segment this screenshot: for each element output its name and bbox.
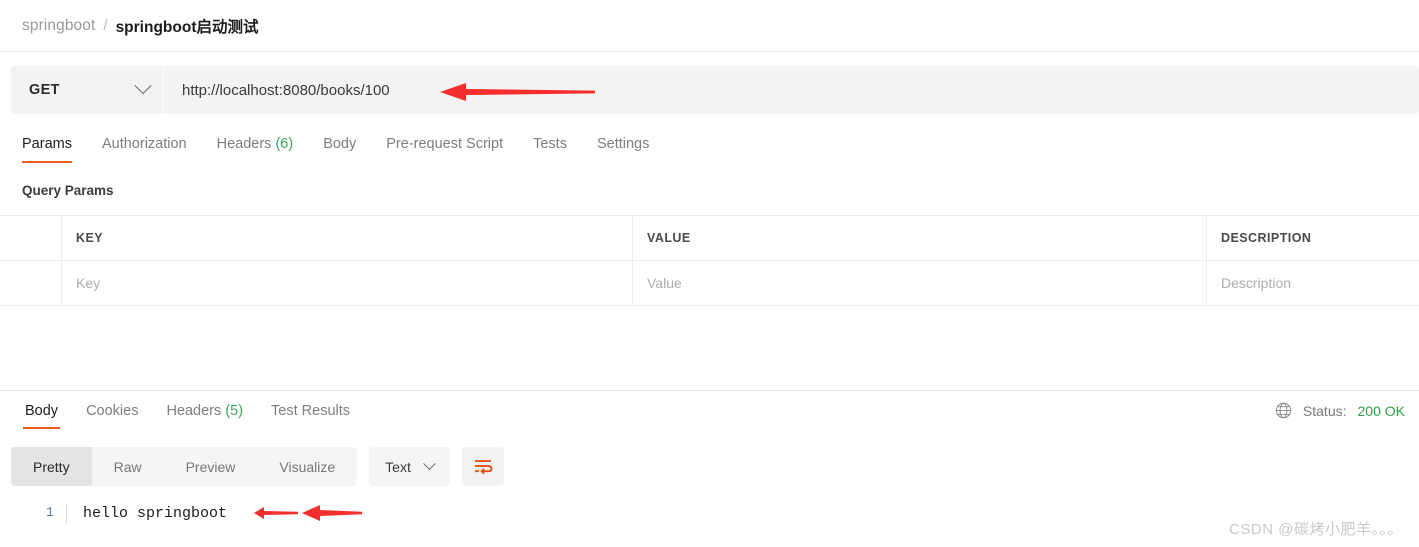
- param-description-placeholder: Description: [1221, 275, 1292, 291]
- tab-settings[interactable]: Settings: [597, 130, 665, 163]
- tab-tests[interactable]: Tests: [533, 130, 583, 163]
- view-mode-raw-label: Raw: [113, 458, 142, 475]
- response-tab-headers-count: (5): [225, 403, 244, 419]
- response-tab-test-results[interactable]: Test Results: [257, 399, 364, 429]
- breadcrumb-parent[interactable]: springboot: [22, 17, 95, 35]
- tab-headers[interactable]: Headers (6): [217, 130, 310, 163]
- response-format-select[interactable]: Text: [369, 447, 450, 486]
- response-body-toolbar: Pretty Raw Preview Visualize Text: [11, 447, 504, 486]
- response-status: Status: 200 OK: [1275, 402, 1405, 419]
- header-key-label: KEY: [76, 231, 104, 245]
- table-header-row: KEY VALUE DESCRIPTION: [0, 216, 1419, 261]
- view-mode-raw[interactable]: Raw: [92, 447, 164, 486]
- request-url-bar: GET http://localhost:8080/books/100: [11, 66, 1419, 114]
- request-tabs: Params Authorization Headers (6) Body Pr…: [22, 130, 679, 163]
- tab-headers-count: (6): [275, 136, 294, 152]
- view-mode-group: Pretty Raw Preview Visualize: [11, 447, 358, 486]
- tab-authorization-label: Authorization: [101, 136, 187, 152]
- globe-icon: [1275, 402, 1292, 419]
- response-tab-headers[interactable]: Headers (5): [152, 399, 257, 429]
- header-cell-description: DESCRIPTION: [1207, 216, 1419, 260]
- tab-body-label: Body: [323, 136, 357, 152]
- response-tab-test-results-label: Test Results: [271, 403, 351, 419]
- response-tab-cookies[interactable]: Cookies: [72, 399, 152, 429]
- response-tab-headers-label: Headers: [166, 403, 222, 419]
- param-value-placeholder: Value: [647, 275, 682, 291]
- word-wrap-icon: [474, 459, 493, 474]
- view-mode-visualize[interactable]: Visualize: [257, 447, 357, 486]
- tab-pre-request-script[interactable]: Pre-request Script: [386, 130, 519, 163]
- tab-tests-label: Tests: [533, 136, 567, 152]
- status-label: Status:: [1302, 402, 1347, 419]
- query-params-title: Query Params: [22, 183, 114, 198]
- header-cell-value: VALUE: [633, 216, 1207, 260]
- header-gutter-cell: [0, 216, 62, 260]
- tab-settings-label: Settings: [596, 136, 650, 152]
- response-body-text: hello springboot: [66, 504, 227, 524]
- chevron-down-icon: [134, 77, 152, 95]
- response-tabs: Body Cookies Headers (5) Test Results: [11, 399, 364, 429]
- response-format-label: Text: [385, 458, 411, 475]
- view-mode-preview[interactable]: Preview: [164, 447, 258, 486]
- param-key-input[interactable]: Key: [62, 261, 633, 305]
- request-url-text: http://localhost:8080/books/100: [182, 81, 390, 99]
- view-mode-pretty[interactable]: Pretty: [11, 447, 92, 486]
- param-key-placeholder: Key: [76, 275, 101, 291]
- response-body-viewer: 1 hello springboot: [0, 500, 1419, 547]
- view-mode-visualize-label: Visualize: [279, 458, 336, 475]
- postman-request-window: springboot / springboot启动测试 GET http://l…: [0, 0, 1419, 547]
- breadcrumb-separator: /: [103, 17, 108, 34]
- line-number: 1: [45, 506, 54, 521]
- tab-authorization[interactable]: Authorization: [102, 130, 203, 163]
- param-description-input[interactable]: Description: [1207, 261, 1419, 305]
- header-description-label: DESCRIPTION: [1221, 231, 1312, 245]
- response-tab-cookies-label: Cookies: [86, 403, 139, 419]
- tab-params[interactable]: Params: [22, 130, 88, 163]
- chevron-down-icon: [422, 457, 436, 471]
- response-tab-body-label: Body: [25, 403, 59, 419]
- word-wrap-button[interactable]: [461, 447, 504, 486]
- row-gutter-cell: [0, 261, 62, 305]
- view-mode-preview-label: Preview: [185, 458, 236, 475]
- breadcrumb: springboot / springboot启动测试: [0, 0, 1419, 52]
- tab-body[interactable]: Body: [323, 130, 372, 163]
- header-value-label: VALUE: [647, 231, 691, 245]
- request-url-input[interactable]: http://localhost:8080/books/100: [163, 66, 1419, 114]
- tab-pre-request-script-label: Pre-request Script: [386, 136, 504, 152]
- status-badge: 200 OK: [1357, 402, 1405, 419]
- watermark: CSDN @碳烤小肥羊。。。: [1229, 521, 1403, 538]
- param-value-input[interactable]: Value: [633, 261, 1207, 305]
- tab-params-label: Params: [22, 136, 72, 152]
- response-tab-body[interactable]: Body: [11, 399, 72, 429]
- tab-headers-label: Headers: [216, 136, 272, 152]
- response-section-divider: [0, 390, 1419, 391]
- query-params-table: KEY VALUE DESCRIPTION Key Value Descript…: [0, 215, 1419, 306]
- breadcrumb-current[interactable]: springboot启动测试: [116, 15, 259, 37]
- http-method-select[interactable]: GET: [11, 66, 163, 114]
- header-cell-key: KEY: [62, 216, 633, 260]
- table-row: Key Value Description: [0, 261, 1419, 306]
- view-mode-pretty-label: Pretty: [33, 458, 70, 475]
- http-method-label: GET: [29, 82, 60, 98]
